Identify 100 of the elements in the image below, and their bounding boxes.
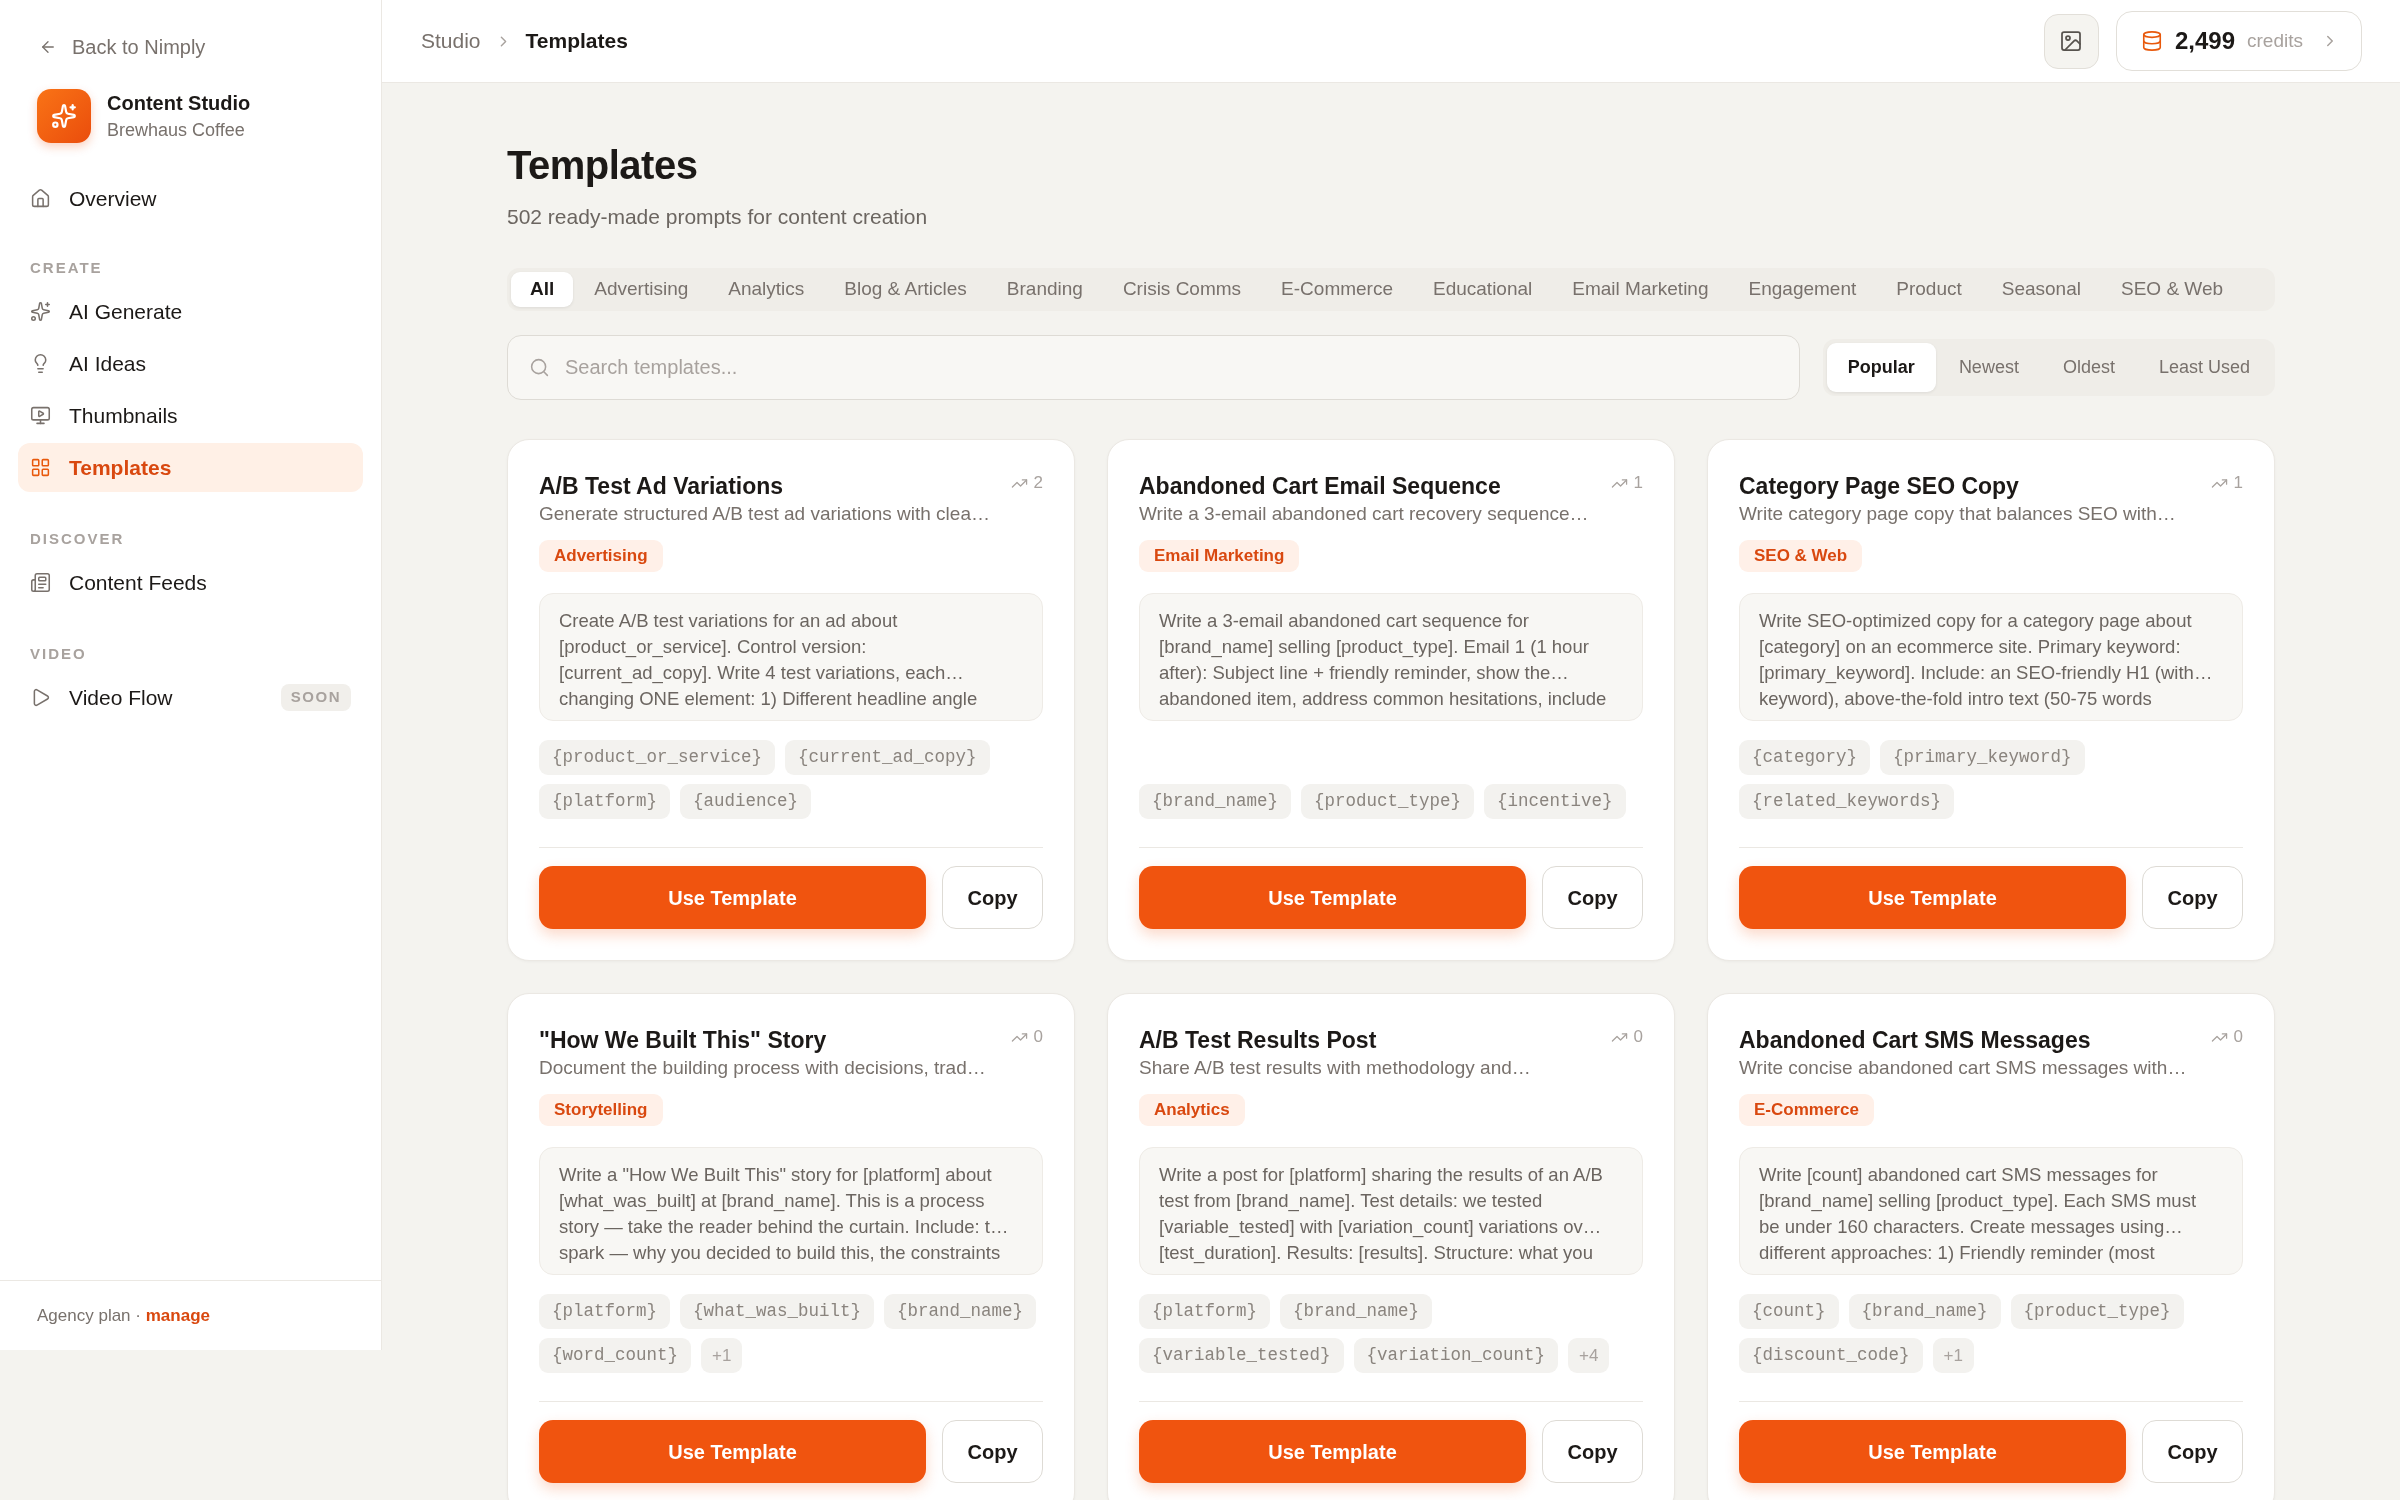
prompt-preview: Write a "How We Built This" story for [platform] about [what_was_built] at [brand_name]. This is a process story — take the reader behind the curtain. Include: t… spark — why you decided to build this, the constraints xyxy=(539,1147,1043,1275)
home-icon xyxy=(30,188,51,209)
template-description: Generate structured A/B test ad variations with clea… xyxy=(539,502,991,526)
category-badge: Analytics xyxy=(1139,1094,1245,1126)
copy-button[interactable]: Copy xyxy=(942,1420,1043,1483)
category-tab[interactable]: Seasonal xyxy=(1982,272,2100,307)
image-icon xyxy=(2059,29,2084,53)
status-badge: SOON xyxy=(280,684,351,711)
variable-tag: {platform} xyxy=(1139,1294,1271,1329)
search-field[interactable]: Search templates... xyxy=(507,335,1800,400)
section-heading: CREATE xyxy=(29,257,104,278)
nav-item[interactable]: AI Ideas xyxy=(18,339,363,388)
sort-option[interactable]: Least Used xyxy=(2137,343,2271,392)
prompt-preview: Write SEO-optimized copy for a category page about [category] on an ecommerce site. Primary keyword: [primary_keyword]. Include: an SEO-friendly H1 (with… keyword), above-the-fold intro text (50-75 words xyxy=(1739,593,2243,721)
category-tab[interactable]: Blog & Articles xyxy=(825,272,986,307)
variable-tag: {count} xyxy=(1739,1294,1839,1329)
template-title: Category Page SEO Copy xyxy=(1739,472,2019,501)
category-tab[interactable]: Email Marketing xyxy=(1553,272,1728,307)
variable-tag: {brand_name} xyxy=(884,1294,1037,1329)
more-variables-tag: +1 xyxy=(1932,1338,1974,1373)
template-description: Write category page copy that balances SEO with… xyxy=(1739,502,2177,526)
sparkles-logo-icon xyxy=(37,89,91,143)
usage-count: 1 xyxy=(1633,472,1643,495)
template-title: "How We Built This" Story xyxy=(539,1026,827,1055)
nav-item[interactable]: AI Generate xyxy=(18,287,363,336)
page-subtitle: 502 ready-made prompts for content creation xyxy=(507,204,929,230)
nav-item[interactable]: Overview xyxy=(18,174,363,223)
variable-tag: {discount_code} xyxy=(1739,1338,1923,1373)
variable-tag: {product_or_service} xyxy=(539,740,776,775)
image-button[interactable] xyxy=(2043,13,2099,69)
use-template-button[interactable]: Use Template xyxy=(1739,1420,2126,1483)
variable-tag: {current_ad_copy} xyxy=(785,740,990,775)
sort-option[interactable]: Newest xyxy=(1937,343,2040,392)
variable-tag: {brand_name} xyxy=(1280,1294,1433,1329)
sort-option[interactable]: Oldest xyxy=(2041,343,2136,392)
credits-button[interactable]: 2,499 credits xyxy=(2115,11,2362,71)
category-tab[interactable]: Product xyxy=(1877,272,1981,307)
variable-tag: {platform} xyxy=(539,784,671,819)
variable-tag: {platform} xyxy=(539,1294,671,1329)
variable-tag: {brand_name} xyxy=(1139,784,1292,819)
copy-button[interactable]: Copy xyxy=(1542,866,1643,929)
category-tab[interactable]: Crisis Comms xyxy=(1103,272,1261,307)
breadcrumb-link[interactable]: Studio xyxy=(421,25,481,57)
sparkles-icon xyxy=(30,301,51,322)
use-template-button[interactable]: Use Template xyxy=(1739,866,2126,929)
template-description: Write concise abandoned cart SMS messages with… xyxy=(1739,1056,2188,1080)
usage-count: 1 xyxy=(2233,472,2243,495)
variable-tag: {primary_keyword} xyxy=(1880,740,2085,775)
nav-item[interactable]: Thumbnails xyxy=(18,391,363,440)
category-tab[interactable]: SEO & Web xyxy=(2102,272,2243,307)
section-heading: VIDEO xyxy=(29,643,88,664)
more-variables-tag: +1 xyxy=(701,1338,743,1373)
category-tab[interactable]: Educational xyxy=(1414,272,1552,307)
template-title: Abandoned Cart Email Sequence xyxy=(1139,472,1501,501)
variable-tag: {incentive} xyxy=(1484,784,1626,819)
use-template-button[interactable]: Use Template xyxy=(539,866,926,929)
usage-count: 0 xyxy=(1633,1026,1643,1049)
template-title: A/B Test Results Post xyxy=(1139,1026,1377,1055)
category-tab[interactable]: Engagement xyxy=(1729,272,1876,307)
variable-tag: {what_was_built} xyxy=(680,1294,875,1329)
copy-button[interactable]: Copy xyxy=(2142,1420,2243,1483)
usage-count: 2 xyxy=(1033,472,1043,495)
template-description: Write a 3-email abandoned cart recovery sequence… xyxy=(1139,502,1590,526)
breadcrumb-current: Templates xyxy=(525,28,628,55)
category-tab[interactable]: Advertising xyxy=(575,272,708,307)
template-description: Document the building process with decisions, trad… xyxy=(539,1056,987,1080)
variable-tag: {category} xyxy=(1739,740,1871,775)
use-template-button[interactable]: Use Template xyxy=(1139,1420,1526,1483)
category-badge: Email Marketing xyxy=(1139,540,1300,572)
use-template-button[interactable]: Use Template xyxy=(1139,866,1526,929)
more-variables-tag: +4 xyxy=(1568,1338,1610,1373)
copy-button[interactable]: Copy xyxy=(2142,866,2243,929)
manage-link[interactable]: manage xyxy=(145,1305,210,1325)
use-template-button[interactable]: Use Template xyxy=(539,1420,926,1483)
variable-tag: {variation_count} xyxy=(1353,1338,1559,1373)
prompt-preview: Create A/B test variations for an ad about [product_or_service]. Control version: [current_ad_copy]. Write 4 test variations, each… changing ONE element: 1) Different headline angle xyxy=(539,593,1043,721)
workspace-name: Brewhaus Coffee xyxy=(107,119,246,142)
copy-button[interactable]: Copy xyxy=(942,866,1043,929)
category-tab[interactable]: Analytics xyxy=(709,272,824,307)
search-icon xyxy=(529,357,550,378)
nav-item[interactable]: Content Feeds xyxy=(18,558,363,607)
plan-note: Agency plan · manage xyxy=(37,1304,210,1327)
copy-button[interactable]: Copy xyxy=(1542,1420,1643,1483)
page-title: Templates xyxy=(507,142,699,189)
usage-count: 0 xyxy=(1033,1026,1043,1049)
category-tab[interactable]: All xyxy=(511,272,574,307)
category-tab[interactable]: Branding xyxy=(987,272,1102,307)
variable-tag: {product_type} xyxy=(1301,784,1475,819)
back-link[interactable]: Back to Nimply xyxy=(18,32,363,62)
nav-item[interactable]: Video Flow SOON xyxy=(18,673,363,722)
template-description: Share A/B test results with methodology and… xyxy=(1139,1056,1532,1080)
sort-option[interactable]: Popular xyxy=(1826,343,1936,392)
category-badge: Storytelling xyxy=(539,1094,663,1126)
variable-tag: {word_count} xyxy=(539,1338,692,1373)
nav-item[interactable]: Templates xyxy=(18,443,363,492)
category-badge: Advertising xyxy=(539,540,663,572)
section-heading: DISCOVER xyxy=(29,528,126,549)
category-tab[interactable]: E-Commerce xyxy=(1262,272,1412,307)
category-badge: SEO & Web xyxy=(1739,540,1863,572)
variable-tag: {brand_name} xyxy=(1848,1294,2001,1329)
